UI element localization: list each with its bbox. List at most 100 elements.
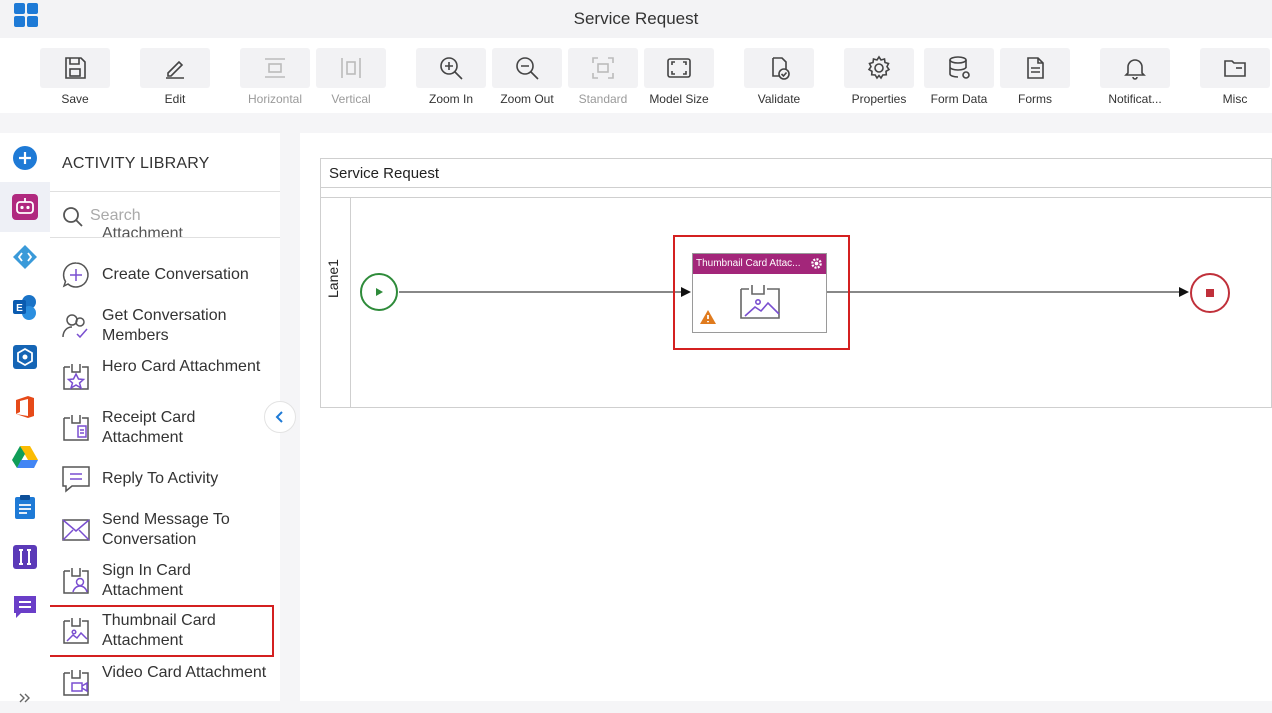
standard-label: Standard [578,92,628,106]
misc-button[interactable]: Misc [1200,48,1270,110]
library-item-reply-to-activity[interactable]: Reply To Activity [50,455,272,503]
page-title: Service Request [573,9,699,28]
end-event[interactable] [1190,273,1230,313]
library-item-label: Hero Card Attachment [102,358,261,375]
database-icon [949,56,970,79]
conversation-members-icon [62,314,88,339]
office-icon[interactable] [10,392,40,422]
form-data-button[interactable]: Form Data [924,48,994,110]
title-bar: Service Request [0,0,1272,38]
library-item-label: Reply To Activity [102,470,219,487]
zoom-out-label: Zoom Out [500,92,554,106]
zoom-out-button[interactable]: Zoom Out [492,48,562,110]
zoom-in-label: Zoom In [428,92,473,106]
reply-icon [62,466,90,493]
standard-button[interactable]: Standard [568,48,638,110]
start-event[interactable] [360,273,398,311]
save-icon [65,57,86,79]
integration-icon[interactable] [10,542,40,572]
lane-label: Lane1 [325,259,341,298]
save-button[interactable]: Save [40,48,110,110]
pool-divider [321,187,1271,188]
exchange-icon[interactable]: E [10,292,40,322]
azure-devops-icon[interactable] [10,242,40,272]
notifications-label: Notificat... [1108,92,1162,106]
box-icon[interactable] [10,342,40,372]
properties-button[interactable]: Properties [844,48,914,110]
model-size-icon [667,58,691,78]
activity-library-panel: ACTIVITY LIBRARY Attachment Create Conve… [50,133,280,701]
notifications-button[interactable]: Notificat... [1100,48,1170,110]
validate-button[interactable]: Validate [744,48,814,110]
model-size-button[interactable]: Model Size [644,48,714,110]
create-conversation-icon [62,262,89,288]
zoom-in-button[interactable]: Zoom In [416,48,486,110]
edit-icon [166,60,184,79]
library-item-hero-card-attachment[interactable]: Hero Card Attachment [50,353,272,401]
library-item-label: Get Conversation Members [102,307,227,344]
thumbnail-card-task[interactable]: Thumbnail Card Attac... [692,253,827,333]
forms-icon [1027,57,1044,79]
google-drive-icon[interactable] [10,442,40,472]
horizontal-button[interactable]: Horizontal [240,48,310,110]
library-item-send-message-to-conversation[interactable]: Send Message To Conversation [50,506,272,554]
clipboard-icon[interactable] [10,492,40,522]
thumbnail-card-icon [740,285,780,319]
library-item-video-card-attachment[interactable]: Video Card Attachment [50,659,272,701]
add-icon[interactable] [10,143,40,173]
vertical-button[interactable]: Vertical [316,48,386,110]
library-item-thumbnail-card-attachment[interactable]: Thumbnail Card Attachment [50,605,274,657]
expand-icon[interactable] [10,683,40,713]
sign-in-card-icon [63,568,89,594]
partial-list-item-label: Attachment [102,225,183,242]
zoom-out-icon [516,57,539,80]
bot-icon[interactable] [10,192,40,222]
pool-title: Service Request [329,165,440,182]
validate-label: Validate [757,92,801,106]
library-item-label: Create Conversation [102,266,249,283]
lane-header[interactable]: Lane1 [321,198,351,408]
svg-text:E: E [16,303,23,314]
vertical-icon [341,58,361,78]
library-title: ACTIVITY LIBRARY [62,155,210,172]
library-item-label: Sign In Card Attachment [102,562,191,599]
library-item-sign-in-card-attachment[interactable]: Sign In Card Attachment [50,557,272,605]
properties-label: Properties [851,92,907,106]
forms-button[interactable]: Forms [1000,48,1070,110]
stop-icon [1206,289,1214,297]
receipt-card-icon [63,415,89,441]
search-underline [50,237,280,238]
warning-icon [700,310,716,324]
library-item-label: Thumbnail Card Attachment [102,612,216,649]
left-rail: E [0,133,50,703]
library-item-label: Send Message To Conversation [102,511,230,548]
bell-icon [1124,59,1146,80]
search-icon [63,207,83,227]
model-size-label: Model Size [649,92,709,106]
library-item-label: Receipt Card Attachment [102,409,196,446]
standard-icon [592,57,614,79]
library-item-get-conversation-members[interactable]: Get Conversation Members [50,302,272,350]
collapse-library-button[interactable] [264,401,296,433]
hero-card-icon [63,364,89,390]
edit-button[interactable]: Edit [140,48,210,110]
vertical-label: Vertical [331,92,371,106]
pool-divider [321,197,1271,198]
library-item-receipt-card-attachment[interactable]: Receipt Card Attachment [50,404,272,452]
edit-label: Edit [164,92,186,106]
thumbnail-card-icon [63,618,89,644]
library-item-label: Video Card Attachment [102,664,267,681]
form-data-label: Form Data [930,92,988,106]
library-item-create-conversation[interactable]: Create Conversation [50,251,272,299]
play-icon [376,288,383,296]
library-divider [50,191,280,192]
forms-label: Forms [1018,92,1052,106]
chat-icon[interactable] [10,592,40,622]
validate-icon [772,57,790,80]
toolbar: Save Edit Horizontal Vertical Zoom In Zo… [0,38,1272,113]
chevron-left-icon [275,411,283,423]
horizontal-icon [265,58,285,78]
task-header: Thumbnail Card Attac... [693,254,826,274]
gear-icon[interactable] [810,257,823,270]
process-canvas[interactable]: Service Request Lane1 Thumbnail Card Att… [300,133,1272,701]
